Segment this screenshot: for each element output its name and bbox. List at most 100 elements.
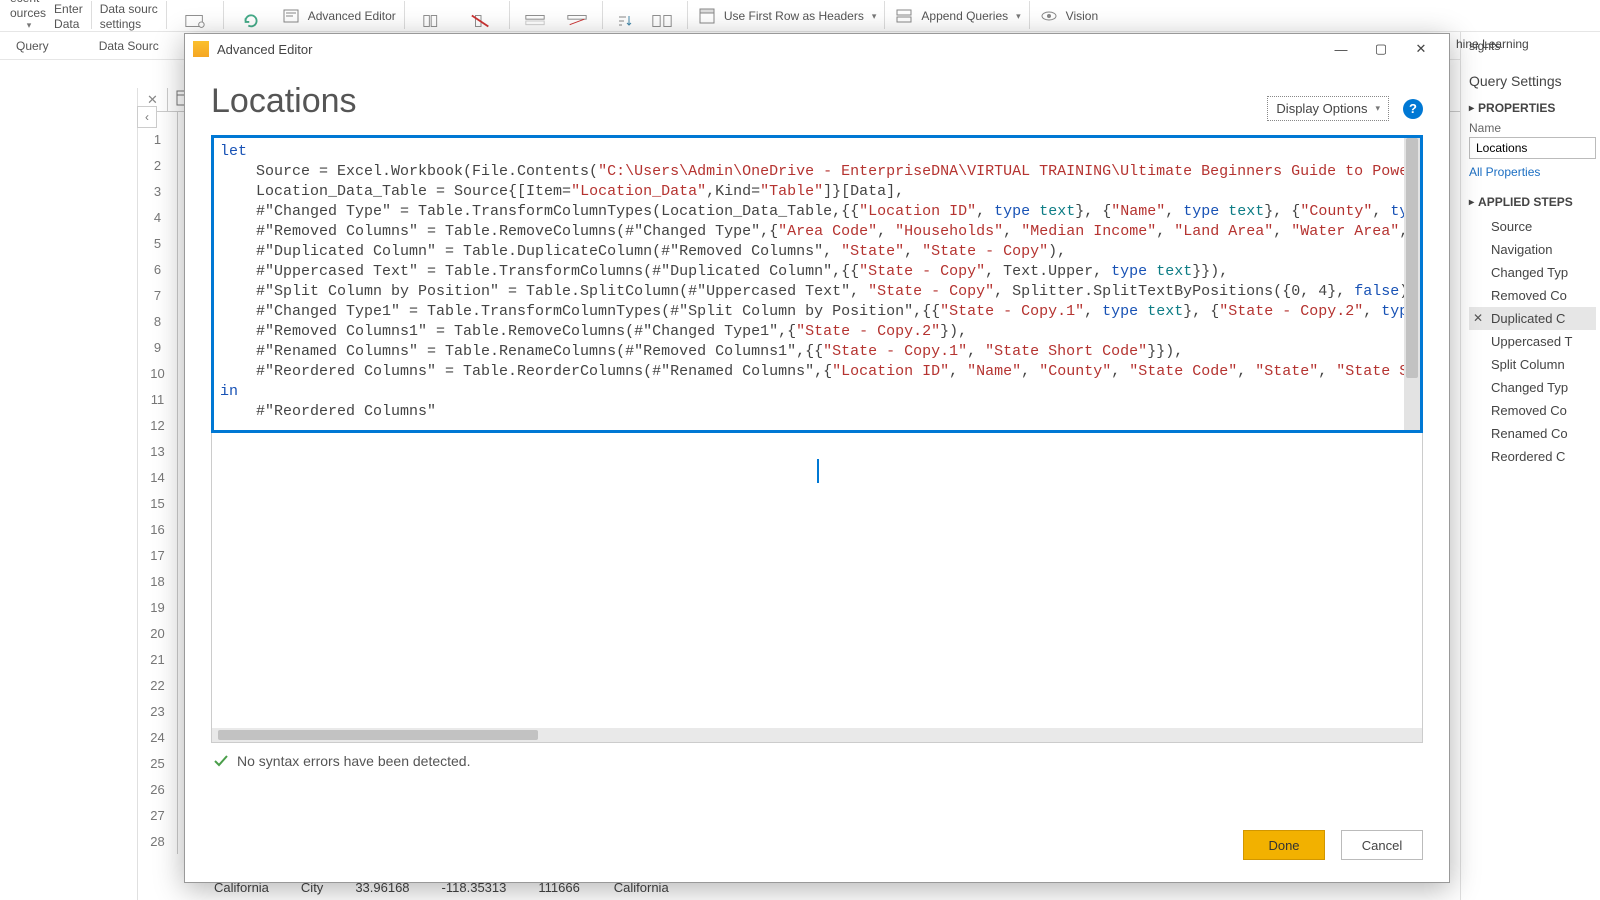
close-button[interactable]: ✕ (1401, 35, 1441, 63)
row-numbers: 1234567891011121314151617181920212223242… (138, 112, 178, 854)
delete-step-icon[interactable]: ✕ (1473, 311, 1483, 325)
headers-icon (696, 8, 718, 24)
app-logo-icon (193, 41, 209, 57)
chevron-down-icon: ▾ (1375, 103, 1380, 114)
eye-icon (1038, 8, 1060, 24)
applied-steps-section[interactable]: ▸ APPLIED STEPS (1469, 189, 1596, 213)
ribbon-append-queries[interactable]: Append Queries▾ (889, 0, 1024, 31)
window-titlebar[interactable]: Advanced Editor — ▢ ✕ (185, 34, 1449, 64)
row-number[interactable]: 26 (138, 776, 177, 802)
row-number[interactable]: 27 (138, 802, 177, 828)
applied-step[interactable]: Navigation (1469, 238, 1596, 261)
ribbon-remove-columns[interactable] (457, 0, 505, 31)
applied-step[interactable]: Uppercased T (1469, 330, 1596, 353)
ribbon-data-source-settings[interactable]: Data sourc settings (96, 0, 162, 31)
row-number[interactable]: 9 (138, 334, 177, 360)
ribbon-keep-rows[interactable] (514, 0, 556, 31)
ribbon-choose-columns[interactable] (409, 0, 457, 31)
row-number[interactable]: 16 (138, 516, 177, 542)
keep-rows-icon (524, 13, 546, 29)
help-icon[interactable]: ? (1403, 99, 1423, 119)
row-number[interactable]: 10 (138, 360, 177, 386)
row-number[interactable]: 4 (138, 204, 177, 230)
done-button[interactable]: Done (1243, 830, 1325, 860)
minimize-button[interactable]: — (1321, 35, 1361, 63)
row-number[interactable]: 5 (138, 230, 177, 256)
row-number[interactable]: 28 (138, 828, 177, 854)
row-number[interactable]: 2 (138, 152, 177, 178)
applied-step[interactable]: Removed Co (1469, 284, 1596, 307)
window-title: Advanced Editor (217, 42, 1321, 57)
code-editor-extra[interactable] (211, 433, 1423, 743)
ribbon-advanced-editor[interactable]: Advanced Editor (276, 0, 400, 31)
row-number[interactable]: 14 (138, 464, 177, 490)
row-number[interactable]: 12 (138, 412, 177, 438)
row-number[interactable]: 18 (138, 568, 177, 594)
applied-step[interactable]: Changed Typ (1469, 376, 1596, 399)
advanced-editor-window: Advanced Editor — ▢ ✕ Locations Display … (184, 33, 1450, 883)
cancel-button[interactable]: Cancel (1341, 830, 1423, 860)
properties-section[interactable]: ▸ PROPERTIES (1469, 95, 1596, 119)
row-number[interactable]: 22 (138, 672, 177, 698)
row-number[interactable]: 3 (138, 178, 177, 204)
scroll-thumb[interactable] (218, 730, 538, 740)
applied-step[interactable]: Split Column (1469, 353, 1596, 376)
scroll-thumb[interactable] (1406, 138, 1418, 378)
ribbon-use-first-row[interactable]: Use First Row as Headers▾ (692, 0, 881, 31)
display-options-dropdown[interactable]: Display Options ▾ (1267, 96, 1389, 121)
ribbon-manage-parameters[interactable] (171, 0, 219, 31)
split-icon (651, 13, 673, 29)
tab-data-source[interactable]: Data Sourc (89, 39, 169, 53)
ribbon-split-column[interactable] (641, 0, 683, 31)
row-number[interactable]: 19 (138, 594, 177, 620)
vertical-scrollbar[interactable] (1404, 138, 1420, 430)
row-number[interactable]: 13 (138, 438, 177, 464)
collapse-left-button[interactable]: ‹ (137, 106, 157, 128)
applied-step[interactable]: Changed Typ (1469, 261, 1596, 284)
query-name-input[interactable] (1469, 137, 1596, 159)
applied-step[interactable]: Source (1469, 215, 1596, 238)
ribbon-refresh[interactable] (228, 0, 276, 31)
row-number[interactable]: 6 (138, 256, 177, 282)
applied-step[interactable]: ✕Duplicated C (1469, 307, 1596, 330)
text-cursor (817, 459, 819, 483)
row-number[interactable]: 11 (138, 386, 177, 412)
queries-pane: ‹ (0, 88, 138, 900)
ribbon-remove-rows[interactable] (556, 0, 598, 31)
row-number[interactable]: 15 (138, 490, 177, 516)
row-number[interactable]: 1 (138, 126, 177, 152)
ribbon-vision[interactable]: Vision (1034, 0, 1102, 31)
applied-step[interactable]: Removed Co (1469, 399, 1596, 422)
applied-step[interactable]: Renamed Co (1469, 422, 1596, 445)
all-properties-link[interactable]: All Properties (1469, 159, 1596, 181)
query-settings-panel: sights Query Settings ▸ PROPERTIES Name … (1460, 32, 1600, 900)
row-number[interactable]: 23 (138, 698, 177, 724)
minimize-icon: — (1335, 42, 1348, 57)
ribbon-recent-sources[interactable]: ecent ources▾ (6, 0, 50, 31)
close-icon: ✕ (1416, 41, 1427, 57)
row-number[interactable]: 7 (138, 282, 177, 308)
row-number[interactable]: 24 (138, 724, 177, 750)
row-number[interactable]: 17 (138, 542, 177, 568)
remove-col-icon (470, 13, 492, 29)
tab-query[interactable]: Query (6, 39, 59, 53)
row-number[interactable]: 21 (138, 646, 177, 672)
maximize-button[interactable]: ▢ (1361, 35, 1401, 63)
editor-icon (280, 8, 302, 24)
check-icon (213, 753, 229, 769)
applied-step[interactable]: Reordered C (1469, 445, 1596, 468)
chevron-left-icon: ‹ (145, 110, 149, 124)
code-editor[interactable]: let Source = Excel.Workbook(File.Content… (211, 135, 1423, 433)
code-content[interactable]: let Source = Excel.Workbook(File.Content… (214, 138, 1420, 426)
ribbon: ecent ources▾ Enter Data Data sourc sett… (0, 0, 1600, 32)
applied-steps-list: SourceNavigationChanged TypRemoved Co✕Du… (1469, 213, 1596, 468)
ribbon-ml[interactable]: hine Learning (1456, 36, 1596, 53)
remove-rows-icon (566, 13, 588, 29)
row-number[interactable]: 20 (138, 620, 177, 646)
ribbon-sort-asc[interactable] (607, 0, 641, 31)
row-number[interactable]: 25 (138, 750, 177, 776)
row-number[interactable]: 8 (138, 308, 177, 334)
editor-heading: Locations (211, 82, 357, 121)
ribbon-enter-data[interactable]: Enter Data (50, 0, 87, 31)
horizontal-scrollbar[interactable] (212, 728, 1422, 742)
